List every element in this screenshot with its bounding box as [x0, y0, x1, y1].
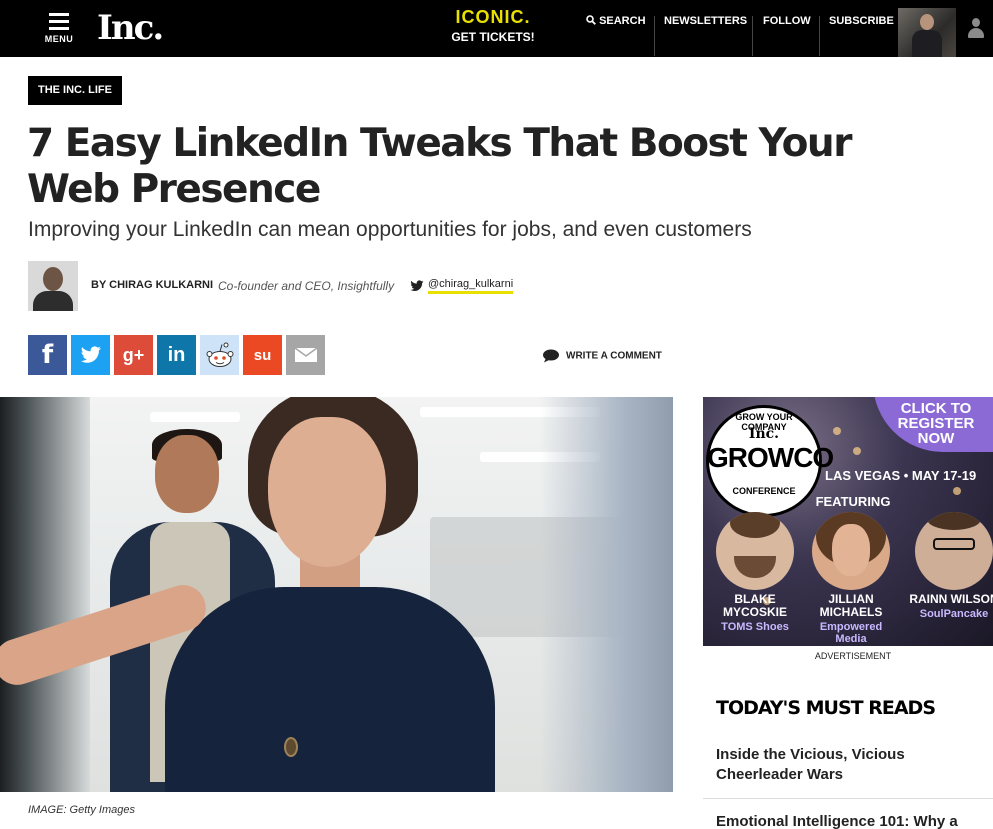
comment-bubble-icon [543, 349, 559, 363]
linkedin-icon: in [167, 343, 186, 366]
search-button[interactable]: SEARCH [586, 15, 646, 27]
search-icon [586, 15, 596, 25]
growco-ad[interactable]: CLICK TO REGISTER NOW GROW YOUR COMPANY … [703, 397, 993, 646]
story-divider [703, 798, 993, 799]
author-name[interactable]: BY CHIRAG KULKARNI [91, 279, 213, 291]
menu-button[interactable]: MENU [44, 13, 74, 44]
nav-divider [752, 16, 753, 56]
ad-speaker: JILLIAN MICHAELS Empowered Media [805, 512, 897, 645]
googleplus-share-button[interactable]: g+ [114, 335, 153, 375]
iconic-promo[interactable]: ICONIC. GET TICKETS! [440, 7, 546, 44]
must-read-story-link[interactable]: Emotional Intelligence 101: Why a [716, 812, 986, 829]
must-read-story-link[interactable]: Inside the Vicious, Vicious Cheerleader … [716, 745, 986, 785]
linkedin-share-button[interactable]: in [157, 335, 196, 375]
iconic-brand: ICONIC. [455, 7, 531, 25]
facebook-share-button[interactable]: f [28, 335, 67, 375]
menu-label: MENU [44, 34, 74, 44]
byline: BY CHIRAG KULKARNI Co-founder and CEO, I… [28, 261, 728, 311]
magazine-cover[interactable] [898, 8, 956, 57]
author-avatar[interactable] [28, 261, 78, 311]
twitter-icon [80, 346, 101, 363]
category-tag[interactable]: THE INC. LIFE [28, 76, 122, 105]
googleplus-icon: g+ [122, 344, 145, 365]
email-icon [294, 347, 317, 362]
user-account-icon[interactable] [967, 18, 985, 38]
ad-location-date: LAS VEGAS • MAY 17-19 [825, 468, 977, 483]
top-nav: MENU Inc. ICONIC. GET TICKETS! SEARCH NE… [0, 0, 993, 57]
stumbleupon-icon: su [253, 346, 272, 364]
ad-speaker: RAINN WILSON SoulPancake [908, 512, 993, 620]
nav-divider [819, 16, 820, 56]
article-dek: Improving your LinkedIn can mean opportu… [28, 218, 752, 241]
reddit-share-button[interactable] [200, 335, 239, 375]
ad-register-cta[interactable]: CLICK TO REGISTER NOW [881, 401, 991, 446]
reddit-icon [206, 342, 233, 367]
inc-logo[interactable]: Inc. [97, 8, 164, 48]
nav-divider [654, 16, 655, 56]
newsletters-link[interactable]: NEWSLETTERS [664, 15, 747, 27]
author-title: Co-founder and CEO, Insightfully [218, 279, 395, 293]
subscribe-link[interactable]: SUBSCRIBE [829, 15, 894, 27]
speaker-photo [716, 512, 794, 590]
hamburger-icon [44, 13, 74, 30]
speaker-photo [812, 512, 890, 590]
twitter-handle-link[interactable]: @chirag_kulkarni [428, 278, 514, 294]
write-comment-link[interactable]: WRITE A COMMENT [542, 349, 662, 363]
article-hero-image [0, 397, 673, 792]
ad-speaker: BLAKE MYCOSKIE TOMS Shoes [709, 512, 801, 633]
speaker-photo [915, 512, 993, 590]
advertisement-label: ADVERTISEMENT [814, 651, 892, 661]
twitter-share-button[interactable] [71, 335, 110, 375]
image-caption: IMAGE: Getty Images [28, 804, 135, 816]
must-reads-heading: TODAY'S MUST READS [716, 697, 936, 719]
ad-featuring-label: FEATURING [815, 494, 891, 509]
stumbleupon-share-button[interactable]: su [243, 335, 282, 375]
write-comment-label: WRITE A COMMENT [566, 350, 662, 362]
get-tickets-link[interactable]: GET TICKETS! [440, 30, 546, 44]
twitter-bird-icon [410, 280, 424, 292]
search-label: SEARCH [599, 15, 646, 27]
article-headline: 7 Easy LinkedIn Tweaks That Boost Your W… [27, 121, 852, 212]
facebook-icon: f [41, 340, 54, 370]
follow-link[interactable]: FOLLOW [763, 15, 811, 27]
email-share-button[interactable] [286, 335, 325, 375]
